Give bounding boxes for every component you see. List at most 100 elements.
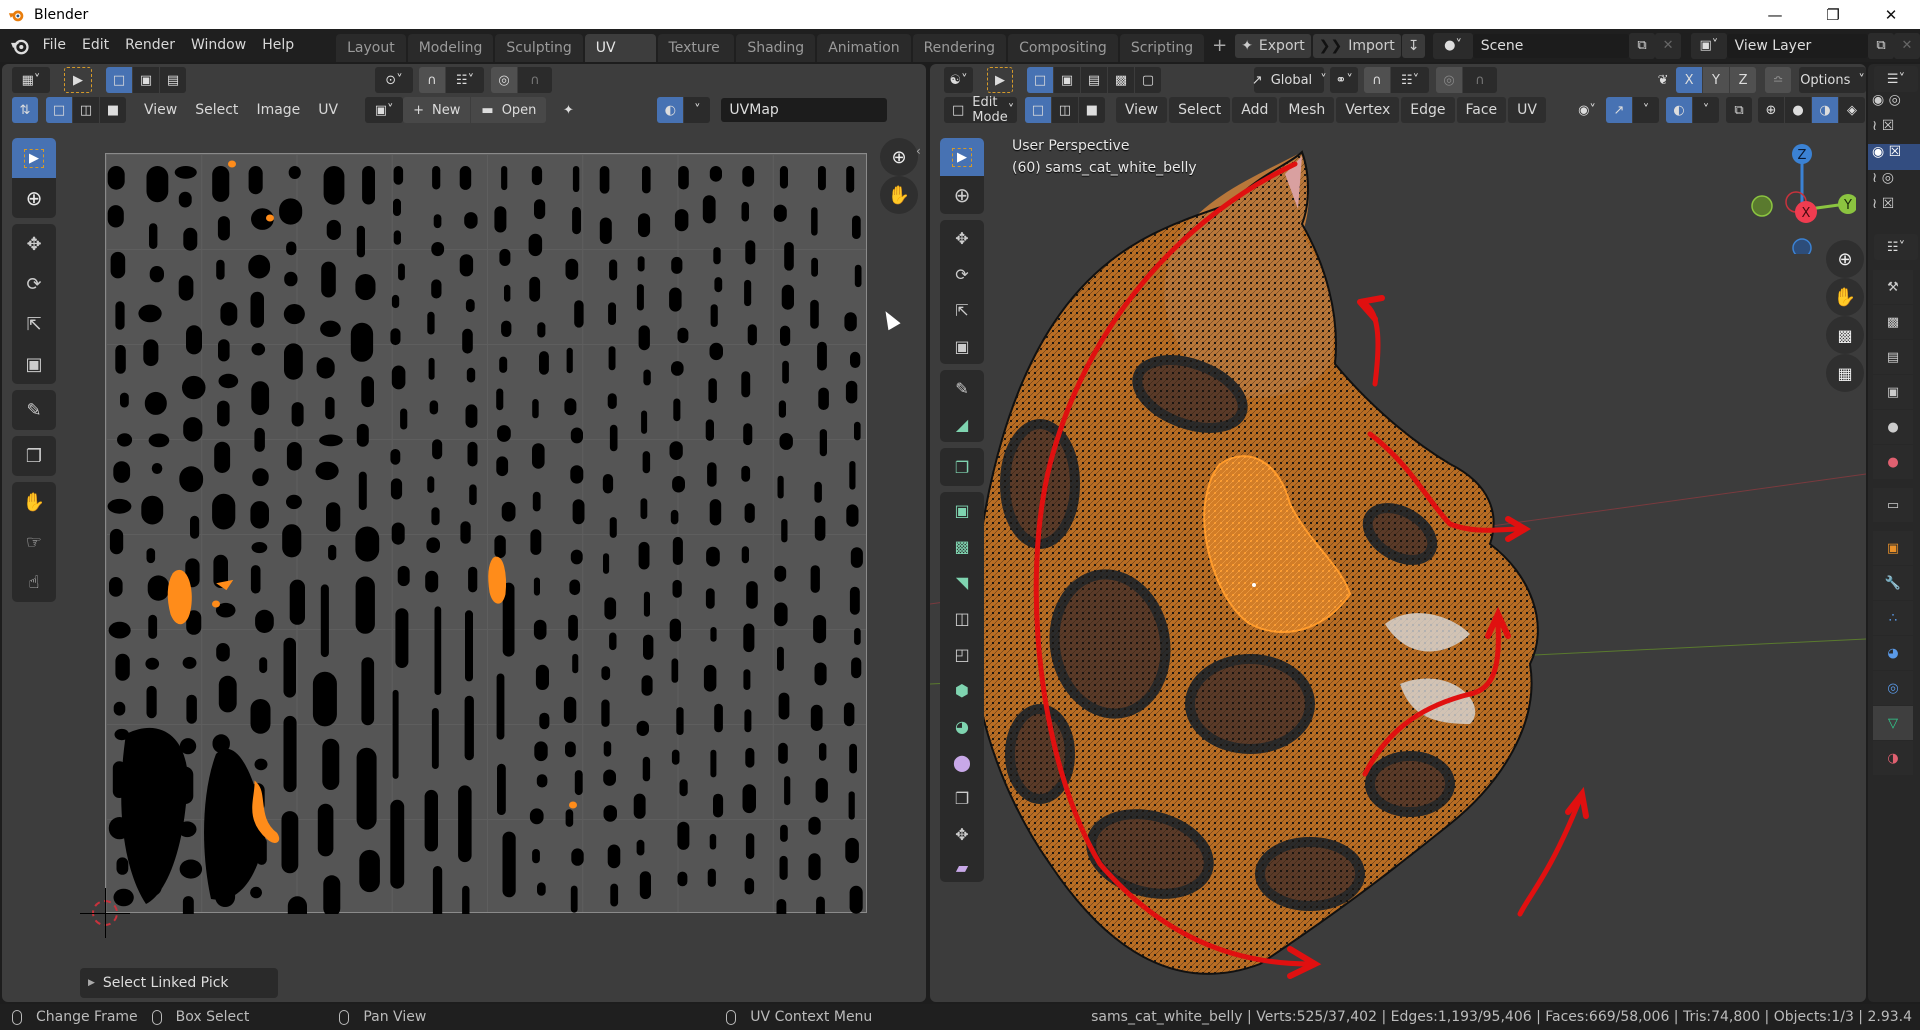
vp-tool-add-cube[interactable]: ❐ bbox=[940, 448, 984, 486]
uv-island[interactable] bbox=[110, 251, 126, 279]
uv-island[interactable] bbox=[356, 225, 365, 258]
uv-island[interactable] bbox=[138, 304, 162, 323]
proportional-editing-toggle[interactable]: ◎ bbox=[491, 67, 517, 93]
uv-island[interactable] bbox=[846, 166, 855, 193]
uv-island[interactable] bbox=[572, 653, 579, 674]
uv-island[interactable] bbox=[705, 419, 714, 441]
uv-island[interactable] bbox=[468, 566, 478, 593]
prop-tab-output[interactable]: ▤ bbox=[1873, 340, 1913, 374]
uv-island[interactable] bbox=[281, 811, 299, 874]
uv-menu-uv[interactable]: UV bbox=[309, 97, 347, 123]
uv-island[interactable] bbox=[393, 166, 404, 185]
uv-island[interactable] bbox=[469, 484, 477, 506]
uv-island[interactable] bbox=[852, 215, 861, 240]
prop-tab-world[interactable]: ● bbox=[1873, 445, 1913, 479]
uv-island[interactable] bbox=[528, 233, 543, 257]
uv-island[interactable] bbox=[774, 565, 787, 582]
uv-island[interactable] bbox=[392, 689, 399, 779]
prop-tab-modifiers[interactable]: 🔧 bbox=[1873, 566, 1913, 600]
uv-island[interactable] bbox=[572, 166, 580, 192]
uv-island[interactable] bbox=[431, 279, 442, 299]
uv-island[interactable] bbox=[741, 371, 751, 398]
uv-island[interactable] bbox=[744, 503, 755, 523]
uv-island[interactable] bbox=[432, 439, 443, 460]
uv-island[interactable] bbox=[844, 312, 857, 332]
uv-island[interactable] bbox=[854, 628, 861, 645]
uv-island[interactable] bbox=[255, 609, 274, 633]
uv-island[interactable] bbox=[744, 279, 752, 307]
uv-island[interactable] bbox=[813, 615, 827, 644]
scene-name-field[interactable]: Scene bbox=[1472, 33, 1630, 58]
uv-island[interactable] bbox=[811, 207, 818, 236]
uv-island[interactable] bbox=[533, 619, 547, 640]
vp-tool-loop-cut[interactable]: ◫ bbox=[940, 600, 984, 636]
scene-selector[interactable]: ●˅ bbox=[1433, 32, 1473, 59]
menu-window[interactable]: Window bbox=[183, 29, 254, 62]
vp-tool-knife[interactable]: ◰ bbox=[940, 636, 984, 672]
uv-island[interactable] bbox=[569, 579, 581, 596]
uv-island[interactable] bbox=[107, 205, 124, 228]
uv-island[interactable] bbox=[431, 242, 445, 257]
tab-texture-paint[interactable]: Texture Paint bbox=[657, 34, 735, 84]
uv-select-edge[interactable]: ◫ bbox=[73, 97, 99, 123]
uv-island[interactable] bbox=[355, 274, 376, 301]
uv-island[interactable] bbox=[814, 481, 822, 503]
uv-island[interactable] bbox=[818, 387, 829, 410]
vp-tool-move[interactable]: ✥ bbox=[940, 220, 984, 256]
uv-island[interactable] bbox=[741, 546, 749, 564]
uv-island[interactable] bbox=[565, 809, 574, 827]
uv-island[interactable] bbox=[459, 254, 474, 277]
uv-island[interactable] bbox=[570, 427, 583, 444]
prop-tab-render[interactable]: ▩ bbox=[1873, 305, 1913, 339]
uv-island[interactable] bbox=[673, 398, 681, 422]
uv-island[interactable] bbox=[607, 393, 617, 409]
uv-island[interactable] bbox=[431, 507, 440, 526]
uv-island[interactable] bbox=[217, 400, 230, 427]
uv-island[interactable] bbox=[609, 517, 617, 538]
uv-island[interactable] bbox=[773, 204, 787, 222]
uv-island[interactable] bbox=[465, 404, 478, 428]
select-mode-extend[interactable]: ▣ bbox=[133, 67, 159, 93]
prop-tab-material[interactable]: ◑ bbox=[1873, 741, 1913, 775]
uv-island[interactable] bbox=[218, 675, 237, 713]
uv-island[interactable] bbox=[846, 504, 859, 527]
uv-island[interactable] bbox=[254, 758, 268, 771]
proportional-falloff-selector[interactable]: ∩ bbox=[518, 67, 552, 93]
uv-island[interactable] bbox=[186, 325, 202, 355]
uv-island[interactable] bbox=[283, 715, 297, 793]
uv-island[interactable] bbox=[212, 493, 236, 530]
uv-island[interactable] bbox=[179, 466, 204, 493]
uv-island[interactable] bbox=[601, 666, 611, 681]
uv-island[interactable] bbox=[780, 325, 791, 347]
uv-island[interactable] bbox=[779, 433, 793, 450]
uv-island[interactable] bbox=[808, 816, 821, 835]
uv-island[interactable] bbox=[603, 741, 612, 757]
uv-island[interactable] bbox=[601, 699, 610, 727]
uv-island[interactable] bbox=[322, 738, 340, 790]
uv-island[interactable] bbox=[532, 849, 540, 864]
uv-select-face[interactable]: ■ bbox=[100, 97, 126, 123]
uv-island[interactable] bbox=[286, 494, 302, 510]
tool-scale[interactable]: ⇱ bbox=[12, 304, 56, 344]
uv-island[interactable] bbox=[464, 212, 478, 229]
uv-island[interactable] bbox=[671, 361, 684, 376]
uv-island[interactable] bbox=[810, 565, 820, 593]
uv-island[interactable] bbox=[570, 465, 584, 484]
uv-island[interactable] bbox=[811, 257, 818, 277]
uv-island[interactable] bbox=[532, 443, 545, 469]
uv-island[interactable] bbox=[462, 885, 470, 914]
uv-island[interactable] bbox=[145, 657, 160, 670]
uv-island[interactable] bbox=[710, 749, 717, 778]
uv-island[interactable] bbox=[462, 328, 473, 354]
uv-island[interactable] bbox=[643, 591, 650, 617]
uv-island[interactable] bbox=[326, 219, 341, 240]
uv-island[interactable] bbox=[286, 241, 297, 256]
uv-island[interactable] bbox=[636, 839, 645, 856]
uv-island-selected[interactable] bbox=[212, 600, 220, 608]
uv-island[interactable] bbox=[743, 669, 751, 690]
uv-island[interactable] bbox=[279, 198, 303, 225]
uv-island[interactable] bbox=[502, 831, 516, 898]
outliner-row-selected[interactable]: ◉ ☒ bbox=[1868, 144, 1920, 170]
uv-island[interactable] bbox=[326, 502, 341, 532]
uv-island[interactable] bbox=[851, 657, 862, 679]
